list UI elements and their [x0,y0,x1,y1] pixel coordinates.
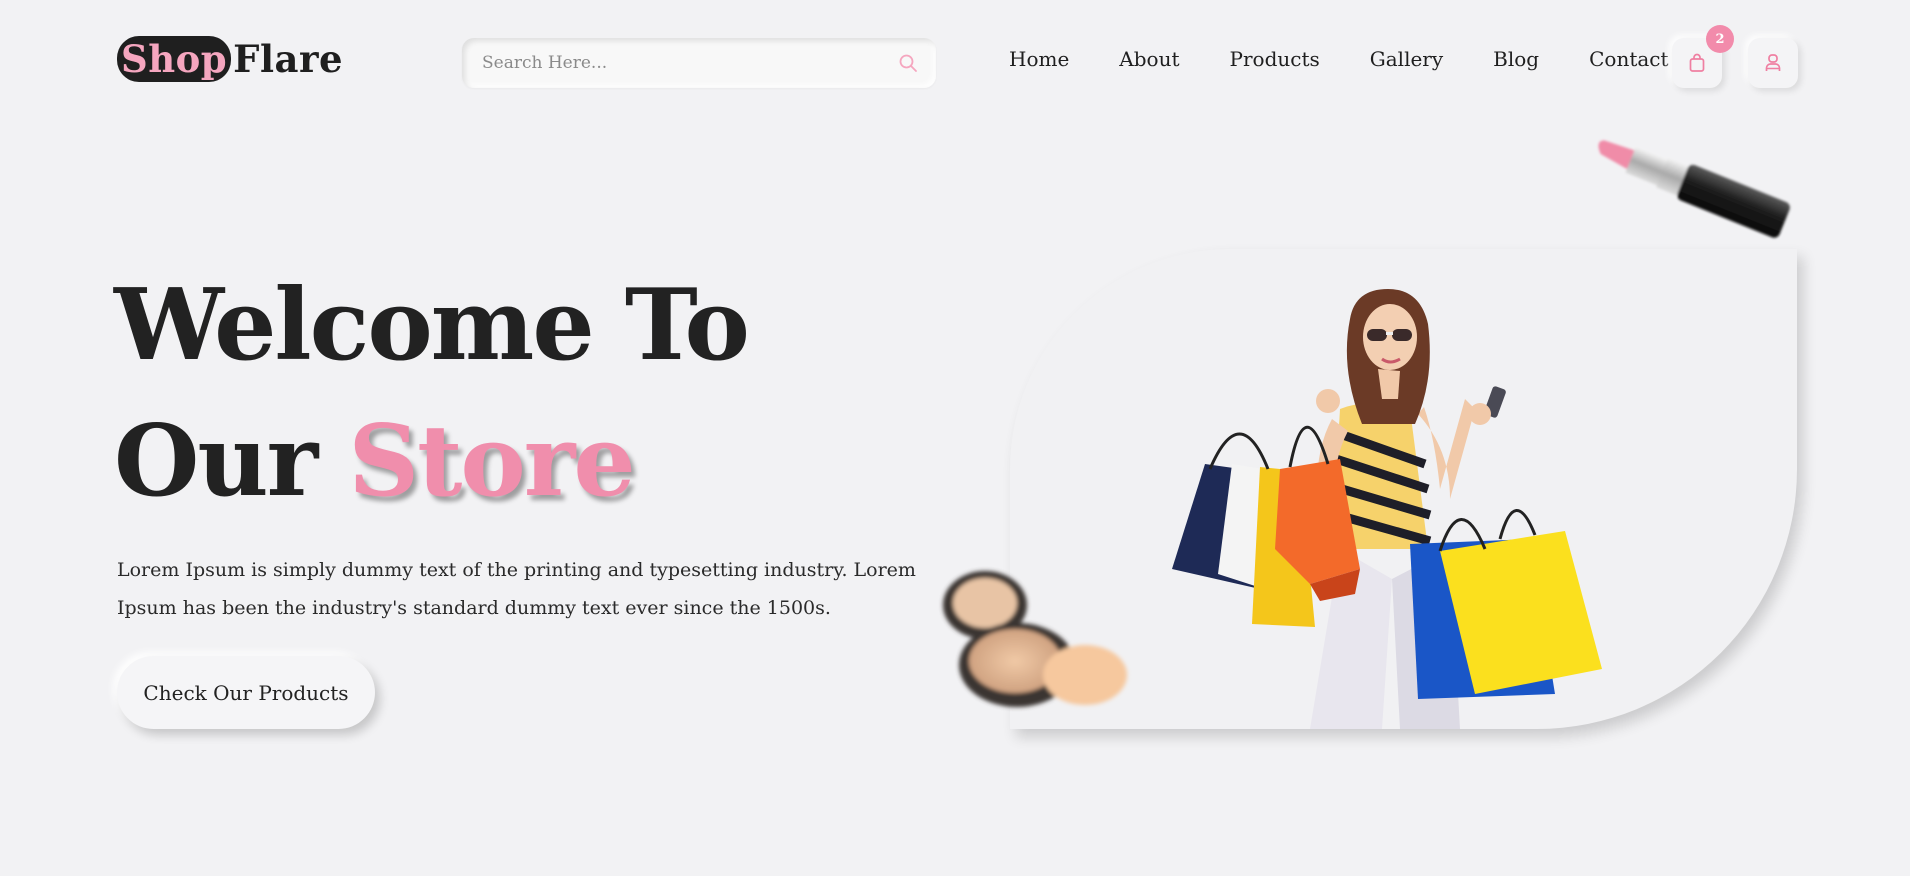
nav-item-contact[interactable]: Contact [1589,47,1668,71]
hero-description: Lorem Ipsum is simply dummy text of the … [117,559,916,619]
hero-title-line1: Welcome To [114,268,750,383]
hero-title-accent: Store [348,404,635,519]
nav-item-about[interactable]: About [1119,47,1179,71]
nav-item-home[interactable]: Home [1009,47,1069,71]
hero-title: Welcome To Our Store [114,258,750,530]
check-products-button[interactable]: Check Our Products [117,656,375,729]
user-icon [1765,54,1781,71]
nav-item-gallery[interactable]: Gallery [1370,47,1443,71]
brand-logo[interactable]: Shop Flare [117,36,343,82]
compact-powder-image [943,571,1127,707]
brand-logo-part2: Flare [233,37,344,81]
shopping-bag-icon [1689,53,1705,72]
search-input[interactable] [480,38,880,88]
brand-logo-part1: Shop [117,36,232,82]
lipstick-image [1598,140,1790,238]
hero-title-line2: Our Store [114,394,748,530]
main-nav: Home About Products Gallery Blog Contact [1009,47,1669,71]
hero-title-line2-plain: Our [114,404,318,519]
account-button[interactable] [1748,38,1798,88]
cart-button[interactable]: 2 [1672,25,1734,88]
search-bar [462,38,936,88]
nav-item-products[interactable]: Products [1230,47,1320,71]
search-icon[interactable] [898,53,918,73]
nav-item-blog[interactable]: Blog [1493,47,1539,71]
cart-count-badge: 2 [1706,25,1734,53]
site-header: Shop Flare Home About Products Gallery B… [0,0,1910,120]
